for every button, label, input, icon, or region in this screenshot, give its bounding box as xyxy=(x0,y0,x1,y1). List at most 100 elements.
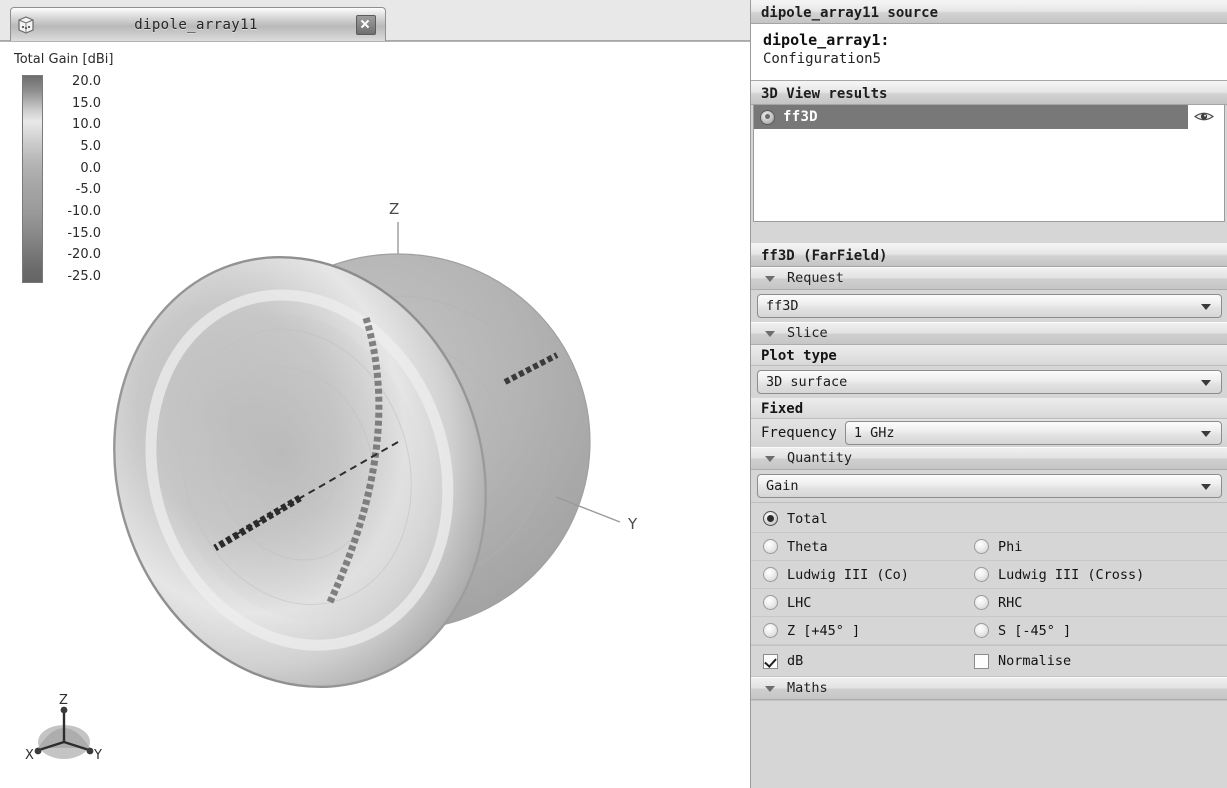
radio-total[interactable]: Total xyxy=(751,511,966,527)
group-label-request: Request xyxy=(787,270,844,286)
radio-label: RHC xyxy=(998,594,1023,611)
group-header-request[interactable]: Request xyxy=(751,267,1227,290)
radio-z-plus45[interactable]: Z [+45° ] xyxy=(751,623,966,639)
frequency-row: Frequency 1 GHz xyxy=(751,419,1227,447)
tab-dipole-array11[interactable]: dipole_array11 xyxy=(10,7,386,41)
chevron-down-icon xyxy=(765,275,775,282)
group-header-quantity[interactable]: Quantity xyxy=(751,447,1227,470)
group-header-slice[interactable]: Slice xyxy=(751,322,1227,345)
legend-tick: 20.0 xyxy=(72,74,101,89)
axis-z-label: Z xyxy=(389,200,399,218)
radio-row: Theta Phi xyxy=(751,533,1227,561)
results-list[interactable]: ff3D xyxy=(753,105,1225,222)
chevron-down-icon xyxy=(765,330,775,337)
tab-title: dipole_array11 xyxy=(134,16,258,33)
checkbox-normalise[interactable]: Normalise xyxy=(966,653,1216,669)
request-dropdown[interactable]: ff3D xyxy=(757,294,1222,318)
legend-tick: -25.0 xyxy=(67,268,101,284)
legend-tick: 10.0 xyxy=(72,117,101,133)
radio-indicator xyxy=(974,539,989,554)
radio-label: Ludwig III (Cross) xyxy=(998,566,1145,583)
radio-label: Phi xyxy=(998,538,1023,555)
checkbox-label: dB xyxy=(787,653,804,669)
check-indicator xyxy=(974,653,989,669)
checkbox-db[interactable]: dB xyxy=(751,653,966,669)
fixed-label: Fixed xyxy=(751,398,1227,419)
checkbox-label: Normalise xyxy=(998,653,1072,669)
radio-ludwig3-co[interactable]: Ludwig III (Co) xyxy=(751,567,966,583)
frequency-value: 1 GHz xyxy=(853,425,895,441)
3d-view-icon xyxy=(16,15,36,35)
frequency-label: Frequency xyxy=(761,425,837,441)
check-indicator xyxy=(763,653,778,669)
eye-icon[interactable] xyxy=(1193,110,1215,123)
result-label: ff3D xyxy=(783,109,818,125)
panel-bottom-strip xyxy=(751,700,1227,711)
radio-indicator xyxy=(974,595,989,610)
plot-type-value: 3D surface xyxy=(766,374,848,390)
results-header: 3D View results xyxy=(751,81,1227,105)
group-label-quantity: Quantity xyxy=(787,450,853,466)
radio-label: S [-45° ] xyxy=(998,622,1072,639)
radio-row: Total xyxy=(751,505,1227,533)
radio-lhc[interactable]: LHC xyxy=(751,595,966,611)
triad-z-label: Z xyxy=(59,693,68,708)
source-name: dipole_array1: xyxy=(763,31,890,49)
chevron-down-icon xyxy=(1201,484,1211,490)
radio-indicator xyxy=(763,595,778,610)
legend-tick: -5.0 xyxy=(75,182,101,198)
legend-tick: -10.0 xyxy=(67,203,101,219)
close-icon[interactable] xyxy=(356,14,376,35)
properties-header: ff3D (FarField) xyxy=(751,243,1227,267)
farfield-icon xyxy=(760,109,775,125)
radio-indicator xyxy=(763,539,778,554)
radio-label: Total xyxy=(787,510,828,527)
radio-s-minus45[interactable]: S [-45° ] xyxy=(966,623,1216,639)
chevron-down-icon xyxy=(765,685,775,692)
radio-indicator xyxy=(763,511,778,526)
triad-x-label: X xyxy=(25,748,34,763)
radio-label: Theta xyxy=(787,538,828,555)
plot-type-dropdown[interactable]: 3D surface xyxy=(757,370,1222,394)
radio-indicator xyxy=(763,623,778,638)
results-property-panel: dipole_array11 source dipole_array1: Con… xyxy=(750,0,1227,788)
radio-phi[interactable]: Phi xyxy=(966,539,1216,555)
radio-row: LHC RHC xyxy=(751,589,1227,617)
properties-scroll-area[interactable]: ff3D (FarField) Request ff3D Slice Plot … xyxy=(751,243,1227,788)
source-header: dipole_array11 source xyxy=(751,0,1227,24)
radio-indicator xyxy=(974,567,989,582)
legend-tick: 15.0 xyxy=(72,95,101,111)
group-header-maths[interactable]: Maths xyxy=(751,677,1227,700)
radio-row: Ludwig III (Co) Ludwig III (Cross) xyxy=(751,561,1227,589)
list-item[interactable]: ff3D xyxy=(754,105,1188,129)
checkbox-row: dB Normalise xyxy=(751,645,1227,677)
radio-theta[interactable]: Theta xyxy=(751,539,966,555)
legend-tick: -20.0 xyxy=(67,247,101,263)
color-legend: Total Gain [dBi] 20.0 15.0 10.0 5.0 0.0 … xyxy=(8,52,128,283)
legend-tick-list: 20.0 15.0 10.0 5.0 0.0 -5.0 -10.0 -15.0 … xyxy=(49,75,101,283)
source-configuration: Configuration5 xyxy=(763,51,882,68)
legend-colorbar xyxy=(22,75,43,283)
frequency-dropdown[interactable]: 1 GHz xyxy=(844,421,1222,445)
radio-ludwig3-cross[interactable]: Ludwig III (Cross) xyxy=(966,567,1216,583)
request-value: ff3D xyxy=(766,298,799,314)
quantity-dropdown[interactable]: Gain xyxy=(757,474,1222,498)
legend-tick: -15.0 xyxy=(67,225,101,241)
group-label-maths: Maths xyxy=(787,680,828,696)
3d-view-area[interactable]: dipole_array11 Total Gain [dBi] 20.0 15.… xyxy=(0,0,750,788)
chevron-down-icon xyxy=(1201,431,1211,437)
radio-rhc[interactable]: RHC xyxy=(966,595,1216,611)
chevron-down-icon xyxy=(765,455,775,462)
axis-y-label: Y xyxy=(627,515,638,533)
chevron-down-icon xyxy=(1201,304,1211,310)
radio-label: Ludwig III (Co) xyxy=(787,566,909,583)
radio-indicator xyxy=(763,567,778,582)
legend-tick: 5.0 xyxy=(80,138,101,154)
radio-row: Z [+45° ] S [-45° ] xyxy=(751,617,1227,645)
chevron-down-icon xyxy=(1201,380,1211,386)
axis-triad[interactable]: Z X Y xyxy=(25,693,102,763)
group-label-slice: Slice xyxy=(787,325,828,341)
triad-y-label: Y xyxy=(93,748,102,763)
source-info-box: dipole_array1: Configuration5 xyxy=(751,24,1227,81)
radio-indicator xyxy=(974,623,989,638)
